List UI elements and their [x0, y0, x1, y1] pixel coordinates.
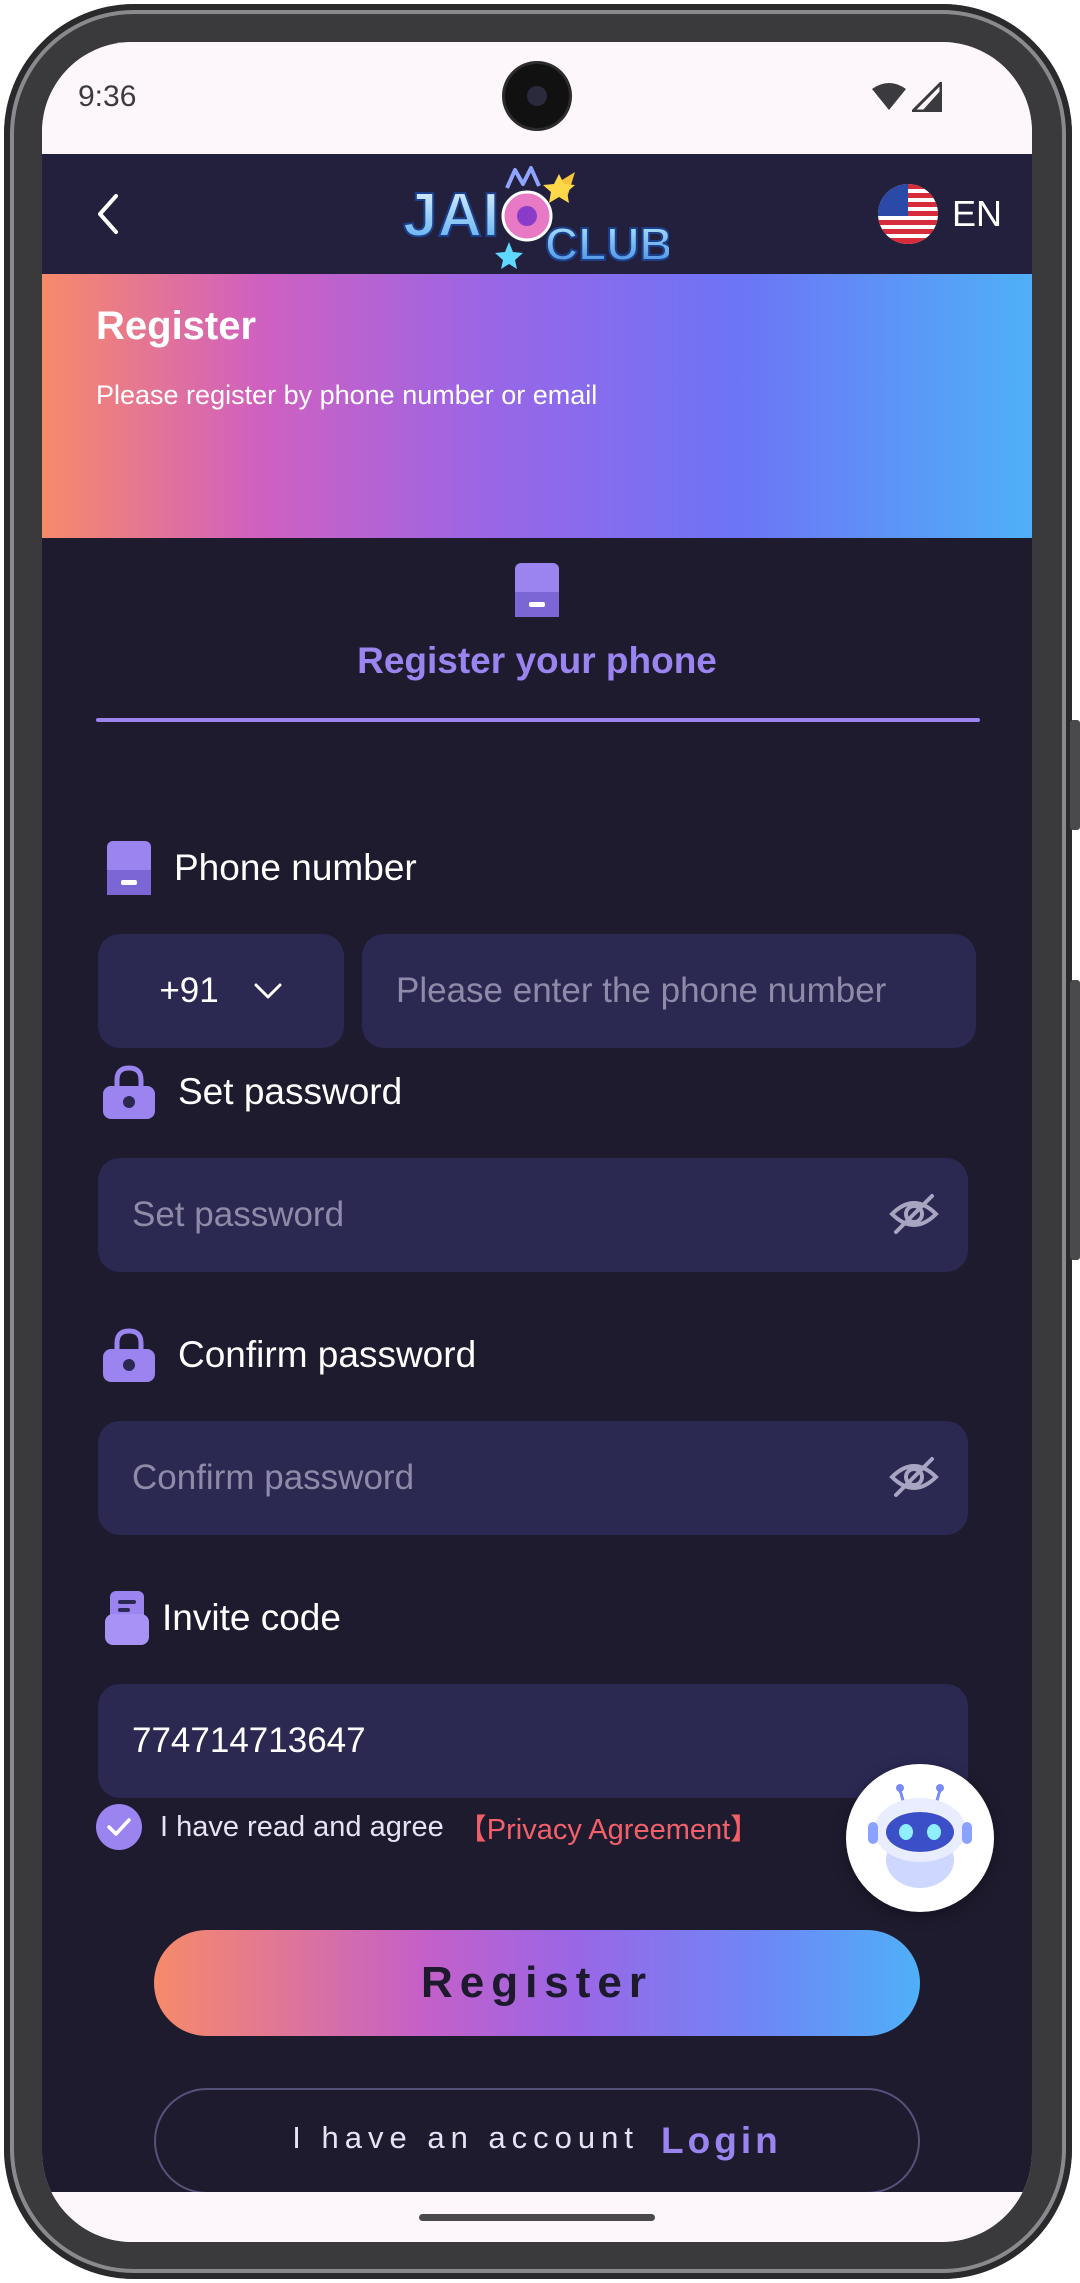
svg-text:JAI: JAI [403, 181, 499, 250]
invite-code-value: 774714713647 [132, 1721, 366, 1760]
status-time: 9:36 [78, 80, 137, 113]
agreement-text: I have read and agree [160, 1810, 444, 1843]
login-button[interactable]: I have an account Login [154, 2088, 920, 2194]
support-bot-button[interactable] [846, 1764, 994, 1912]
home-gesture-handle[interactable] [419, 2214, 655, 2221]
invite-code-input[interactable]: 774714713647 [98, 1684, 968, 1798]
password-input[interactable]: Set password [98, 1158, 968, 1272]
us-flag-icon [877, 184, 938, 244]
logo-graphic: JAI CLUB [402, 166, 674, 271]
confirm-password-label-text: Confirm password [178, 1334, 477, 1375]
lock-icon [103, 1065, 155, 1119]
jai-club-logo: JAI CLUB [399, 158, 674, 271]
tab-label: Register your phone [357, 640, 717, 681]
phone-input[interactable]: Please enter the phone number [362, 934, 976, 1048]
phone-number-label: Phone number [106, 840, 417, 896]
signal-icon [912, 82, 942, 112]
hero-banner: Register Please register by phone number… [42, 274, 1032, 538]
header-bar: JAI CLUB EN [42, 154, 1032, 274]
eye-off-icon[interactable] [888, 1451, 940, 1503]
status-icons [872, 82, 942, 112]
check-icon [107, 1818, 131, 1836]
privacy-agreement-link[interactable]: 【Privacy Agreement】 [458, 1806, 759, 1848]
wifi-icon [872, 83, 906, 110]
screen: 9:36 JAI CLUB EN Register Please registe… [42, 42, 1032, 2242]
page-subtitle: Please register by phone number or email [96, 380, 598, 410]
confirm-password-placeholder: Confirm password [132, 1458, 415, 1497]
set-password-label-text: Set password [178, 1071, 403, 1112]
confirm-password-input[interactable]: Confirm password [98, 1421, 968, 1535]
invite-icon [105, 1591, 149, 1645]
status-bar: 9:36 [42, 42, 1032, 154]
app-content: JAI CLUB EN Register Please register by … [42, 154, 1032, 2194]
chevron-left-icon [98, 194, 118, 234]
agreement-row: I have read and agree 【Privacy Agreement… [96, 1804, 759, 1850]
agree-checkbox[interactable] [96, 1804, 142, 1850]
phone-input-placeholder: Please enter the phone number [396, 971, 887, 1010]
phone-icon [107, 841, 151, 895]
system-nav-bar [42, 2192, 1032, 2242]
power-button [1070, 980, 1080, 1260]
language-selector[interactable]: EN [877, 184, 1002, 244]
confirm-password-label: Confirm password [102, 1327, 476, 1383]
invite-code-label-text: Invite code [162, 1597, 341, 1638]
password-input-placeholder: Set password [132, 1195, 345, 1234]
country-code-value: +91 [159, 971, 219, 1010]
chevron-down-icon [254, 983, 282, 999]
phone-icon [515, 563, 559, 617]
svg-text:CLUB: CLUB [545, 218, 669, 270]
have-account-text: I have an account [292, 2120, 640, 2155]
lock-icon [103, 1328, 155, 1382]
tab-active-indicator [96, 718, 980, 722]
tab-register-phone[interactable]: Register your phone [42, 538, 1032, 738]
invite-code-label: Invite code [104, 1590, 341, 1646]
back-button[interactable] [80, 186, 136, 242]
phone-number-label-text: Phone number [174, 847, 417, 888]
page-title: Register [96, 304, 257, 348]
language-label: EN [951, 193, 1002, 234]
volume-up-button [1070, 720, 1080, 830]
robot-icon [868, 1784, 972, 1888]
phone-frame: 9:36 JAI CLUB EN Register Please registe… [0, 0, 1080, 2283]
country-code-select[interactable]: +91 [98, 934, 344, 1048]
set-password-label: Set password [102, 1064, 402, 1120]
eye-off-icon[interactable] [888, 1188, 940, 1240]
register-button[interactable]: Register [154, 1930, 920, 2036]
login-link[interactable]: Login [661, 2120, 782, 2162]
front-camera [505, 64, 569, 128]
